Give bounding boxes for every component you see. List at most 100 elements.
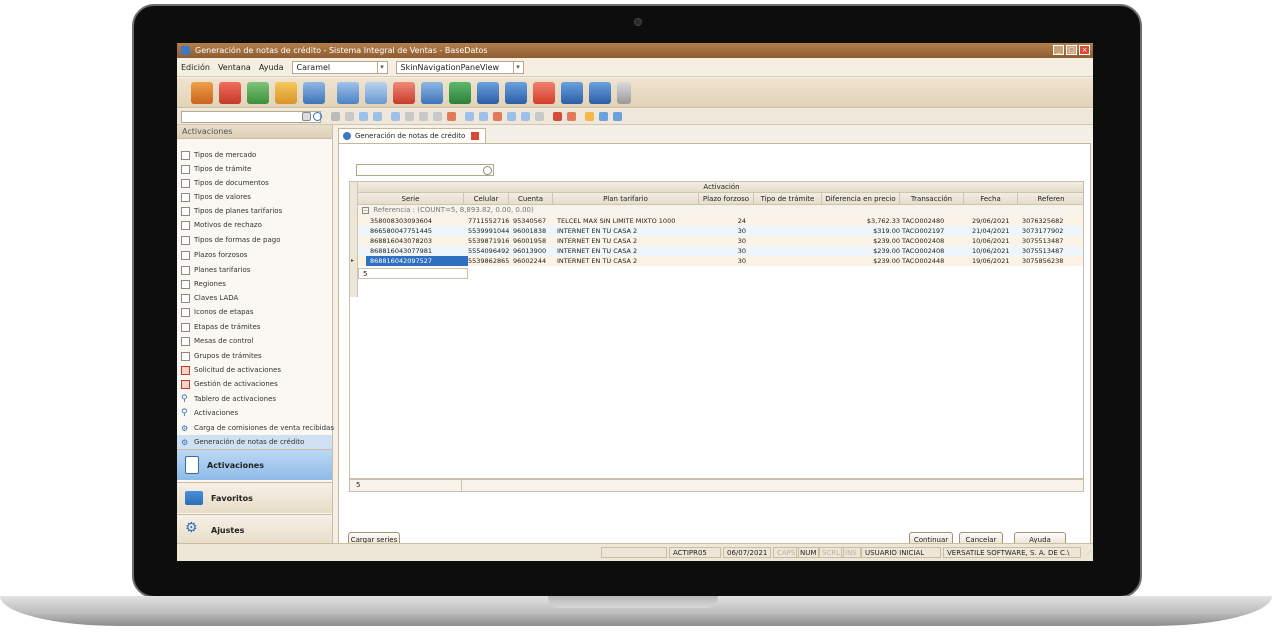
menu-item-ventana[interactable]: Ventana — [218, 63, 251, 72]
skin-select[interactable]: Caramel ▾ — [291, 60, 388, 74]
sidebar-item-tipos-de-mercado[interactable]: Tipos de mercado — [181, 148, 256, 162]
undo-icon[interactable] — [391, 112, 400, 121]
pane-view-select-value: SkinNavigationPaneView — [400, 62, 500, 72]
table-row[interactable]: 358008303093604 7711552716 95340567 TELC… — [358, 216, 1083, 226]
table-row[interactable]: 868816043078203 5539871916 96001958 INTE… — [358, 236, 1083, 246]
id-card-icon[interactable] — [365, 82, 387, 104]
column-header-transaccion[interactable]: Transacción — [900, 193, 964, 205]
sidebar-item-motivos-de-rechazo[interactable]: Motivos de rechazo — [181, 218, 262, 232]
menu-item-ayuda[interactable]: Ayuda — [259, 63, 284, 72]
column-header-tipo-de-tramite[interactable]: Tipo de trámite — [754, 193, 822, 205]
refresh-icon[interactable] — [589, 82, 611, 104]
indent-icon[interactable] — [465, 112, 474, 121]
copy-icon[interactable] — [419, 112, 428, 121]
cart-icon[interactable] — [219, 82, 241, 104]
close-button[interactable]: × — [1079, 45, 1090, 55]
upload-icon[interactable] — [599, 112, 608, 121]
status-company: VERSATILE SOFTWARE, S. A. DE C.\ — [943, 547, 1081, 558]
paste-icon[interactable] — [433, 112, 442, 121]
sidebar-item-label: Grupos de trámites — [194, 352, 262, 360]
sidebar-item-plazos-forzosos[interactable]: Plazos forzosos — [181, 248, 247, 262]
menu-item-edicion[interactable]: Edición — [181, 63, 210, 72]
nav-button-favoritos[interactable]: Favoritos — [177, 482, 332, 513]
pane-view-select[interactable]: SkinNavigationPaneView ▾ — [395, 60, 524, 74]
user-icon[interactable] — [613, 112, 622, 121]
tab-generacion-de-notas[interactable]: Generación de notas de crédito — [338, 128, 487, 143]
lock-icon[interactable] — [585, 112, 594, 121]
binoculars-icon[interactable] — [331, 112, 340, 121]
sidebar-item-tipos-de-documentos[interactable]: Tipos de documentos — [181, 176, 269, 190]
nav-button-ajustes[interactable]: ⚙ Ajustes — [177, 514, 332, 545]
column-header-diferencia-en-precio[interactable]: Diferencia en precio — [822, 193, 900, 205]
table-icon[interactable] — [507, 112, 516, 121]
column-header-celular[interactable]: Celular — [464, 193, 509, 205]
refresh-icon[interactable] — [359, 112, 368, 121]
sidebar-item-claves-lada[interactable]: Claves LADA — [181, 291, 238, 305]
sidebar-item-activaciones[interactable]: ⚲ Activaciones — [181, 406, 238, 420]
column-header-referencia[interactable]: Referen — [1018, 193, 1083, 205]
sidebar-item-tipos-de-valores[interactable]: Tipos de valores — [181, 190, 251, 204]
sidebar-item-planes-tarifarios[interactable]: Planes tarifarios — [181, 263, 250, 277]
report-icon[interactable] — [393, 82, 415, 104]
folder-icon[interactable] — [191, 82, 213, 104]
sidebar-item-carga-de-comisiones[interactable]: ⚙ Carga de comisiones de venta recibidas — [181, 421, 334, 435]
column-header-cuenta[interactable]: Cuenta — [509, 193, 553, 205]
clock-icon[interactable] — [493, 112, 502, 121]
sidebar-item-regiones[interactable]: Regiones — [181, 277, 226, 291]
eraser-icon[interactable] — [447, 112, 456, 121]
folders-icon[interactable] — [275, 82, 297, 104]
grid-icon — [181, 220, 190, 230]
sidebar-item-gestion-de-activaciones[interactable]: Gestión de activaciones — [181, 377, 278, 391]
sidebar-item-etapas-de-tramites[interactable]: Etapas de trámites — [181, 320, 260, 334]
column-header-fecha[interactable]: Fecha — [964, 193, 1018, 205]
resize-grip-icon[interactable]: ⋰ — [1085, 550, 1091, 557]
grid-icon[interactable] — [345, 112, 354, 121]
sidebar-item-tipos-de-formas-de-pago[interactable]: Tipos de formas de pago — [181, 233, 281, 247]
sidebar-item-label: Plazos forzosos — [194, 251, 248, 259]
nav-button-activaciones[interactable]: Activaciones — [177, 449, 332, 480]
mobile-icon[interactable] — [617, 82, 631, 104]
sidebar-item-mesas-de-control[interactable]: Mesas de control — [181, 334, 253, 348]
grid-icon — [181, 164, 190, 174]
sidebar-item-tipos-de-tramite[interactable]: Tipos de trámite — [181, 162, 251, 176]
grid-search-input[interactable] — [356, 164, 494, 176]
sidebar-item-grupos-de-tramites[interactable]: Grupos de trámites — [181, 349, 262, 363]
close-tab-icon[interactable] — [471, 132, 480, 140]
delete-icon[interactable] — [553, 112, 562, 121]
scale-icon[interactable] — [505, 82, 527, 104]
outdent-icon[interactable] — [479, 112, 488, 121]
barcode-icon[interactable] — [303, 82, 325, 104]
table-row[interactable]: 866580047751445 5539991044 96001838 INTE… — [358, 226, 1083, 236]
column-header-plazo-forzoso[interactable]: Plazo forzoso — [699, 193, 754, 205]
expand-icon[interactable]: − — [362, 207, 369, 214]
sidebar-item-iconos-de-etapas[interactable]: Iconos de etapas — [181, 305, 253, 319]
users-icon[interactable] — [373, 112, 382, 121]
print-icon[interactable] — [535, 112, 544, 121]
maximize-button[interactable]: □ — [1066, 45, 1077, 55]
column-header-plan-tarifario[interactable]: Plan tarifario — [553, 193, 699, 205]
column-header-serie[interactable]: Serie — [358, 193, 464, 205]
sidebar-item-solicitud-de-activaciones[interactable]: Solicitud de activaciones — [181, 363, 281, 377]
search-icon[interactable] — [313, 112, 322, 121]
cash-icon[interactable] — [449, 82, 471, 104]
cut-icon[interactable] — [405, 112, 414, 121]
table-row[interactable]: 868816042097527 5539862865 96002244 INTE… — [358, 256, 1083, 266]
sidebar-item-generacion-de-notas-de-credito[interactable]: ⚙ Generación de notas de crédito — [177, 435, 332, 449]
mail-icon[interactable] — [521, 112, 530, 121]
group-row[interactable]: − Referencia : (COUNT=5, 8,893.82, 0.00,… — [358, 205, 1083, 216]
power-icon[interactable] — [567, 112, 576, 121]
sidebar-item-tablero-de-activaciones[interactable]: ⚲ Tablero de activaciones — [181, 392, 276, 406]
toolbar-search-input[interactable] — [181, 111, 321, 123]
chevron-down-icon[interactable] — [302, 112, 311, 121]
tools-icon[interactable] — [561, 82, 583, 104]
menu-bar: Edición Ventana Ayuda Caramel ▾ SkinNavi… — [177, 58, 1093, 77]
sidebar-item-tipos-de-planes-tarifarios[interactable]: Tipos de planes tarifarios — [181, 204, 282, 218]
document-icon[interactable] — [337, 82, 359, 104]
table-row[interactable]: 868816043077981 5554096492 96013900 INTE… — [358, 246, 1083, 256]
minimize-button[interactable]: _ — [1053, 45, 1064, 55]
clock-icon[interactable] — [533, 82, 555, 104]
bank-icon[interactable] — [477, 82, 499, 104]
approve-icon[interactable] — [247, 82, 269, 104]
search-icon[interactable] — [483, 166, 492, 175]
users-icon[interactable] — [421, 82, 443, 104]
